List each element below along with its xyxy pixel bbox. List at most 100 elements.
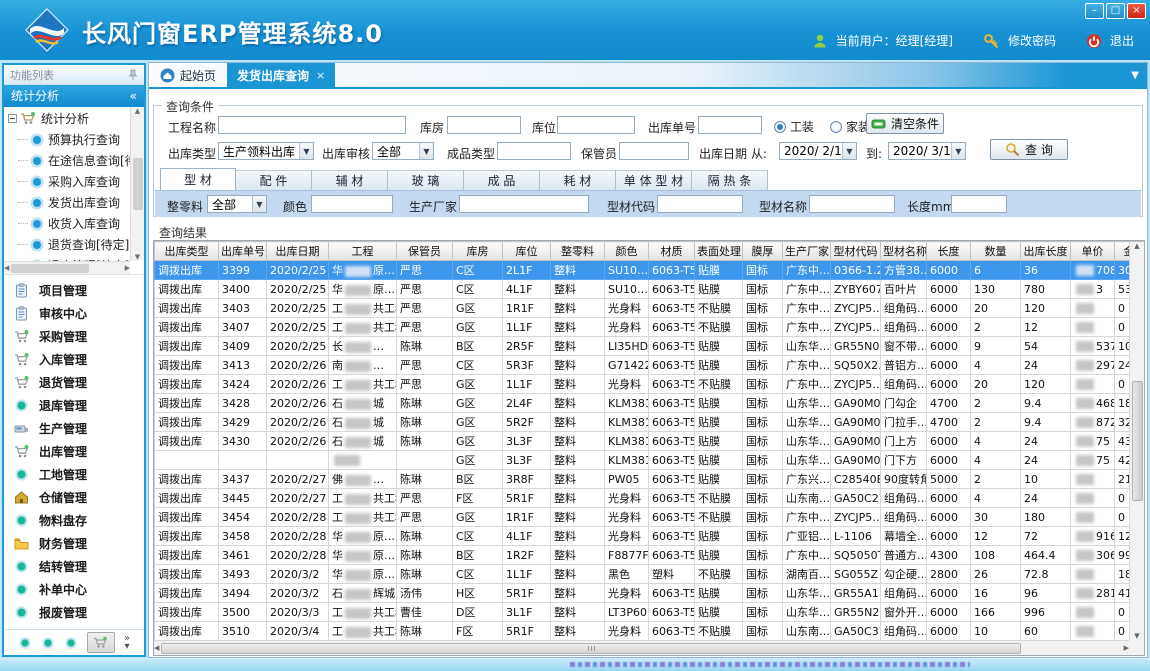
profile-code-input[interactable]: [657, 195, 743, 213]
column-header[interactable]: 生产厂家: [783, 242, 831, 261]
table-row[interactable]: 调拨出库34282020/2/26石城陈琳G区2L4F整料KLM38176063…: [155, 394, 1146, 413]
sidebar-item-结转管理[interactable]: 结转管理: [4, 555, 144, 578]
sidebar-item-工地管理[interactable]: 工地管理: [4, 463, 144, 486]
audit-select[interactable]: 全部▼: [372, 142, 434, 160]
warehouse-input[interactable]: [447, 116, 521, 134]
column-header[interactable]: 库房: [453, 242, 503, 261]
tree-item[interactable]: 预算执行查询: [4, 129, 130, 150]
scroll-left-icon[interactable]: ◀: [154, 644, 159, 652]
scroll-up-icon[interactable]: ▲: [1134, 242, 1139, 250]
material-tab[interactable]: 玻 璃: [388, 170, 464, 190]
scroll-thumb[interactable]: [11, 264, 89, 273]
tree-root[interactable]: 统计分析: [4, 107, 130, 129]
horizontal-scrollbar[interactable]: ◀▶: [154, 640, 1129, 655]
sidebar-item-仓储管理[interactable]: 仓储管理: [4, 486, 144, 509]
material-tab[interactable]: 耗 材: [540, 170, 616, 190]
table-row[interactable]: 调拨出库34582020/2/28华原…陈琳C区4L1F整料光身料6063-T5…: [155, 527, 1146, 546]
sidebar-item-采购管理[interactable]: 采购管理: [4, 325, 144, 348]
tree-horizontal-scrollbar[interactable]: ◀▶: [4, 261, 130, 274]
material-tab[interactable]: 隔 热 条: [692, 170, 768, 190]
column-header[interactable]: 出库长度: [1021, 242, 1071, 261]
sidebar-item-出库管理[interactable]: 出库管理: [4, 440, 144, 463]
sidebar-item-项目管理[interactable]: 项目管理: [4, 279, 144, 302]
column-header[interactable]: 表面处理: [695, 242, 743, 261]
table-row[interactable]: 调拨出库35002020/3/3工共工程曹佳D区3L1F整料LT3P606063…: [155, 603, 1146, 622]
sidebar-item-财务管理[interactable]: 财务管理: [4, 532, 144, 555]
scroll-right-icon[interactable]: ▶: [125, 264, 130, 272]
collapsed-item-icon[interactable]: [64, 636, 78, 650]
tree-item[interactable]: 发货出库查询: [4, 192, 130, 213]
scroll-left-icon[interactable]: ◀: [4, 264, 9, 272]
collapsed-item-icon[interactable]: [41, 636, 55, 650]
column-header[interactable]: 颜色: [605, 242, 649, 261]
order-no-input[interactable]: [698, 116, 762, 134]
product-type-input[interactable]: [497, 142, 571, 160]
tree-item[interactable]: 收货入库查询: [4, 213, 130, 234]
scroll-thumb[interactable]: [133, 158, 143, 210]
search-button[interactable]: 查 询: [990, 139, 1068, 160]
menu-overflow-chevron[interactable]: »▾: [124, 635, 130, 651]
scroll-thumb[interactable]: [161, 643, 1021, 654]
sidebar-item-入库管理[interactable]: 入库管理: [4, 348, 144, 371]
table-row[interactable]: 调拨出库34612020/2/28华原…陈琳B区1R2F整料F8877FT606…: [155, 546, 1146, 565]
date-to-select[interactable]: 2020/ 3/16▼: [888, 142, 966, 160]
table-row[interactable]: 调拨出库34132020/2/26南…严思C区5R3F整料G714226063-…: [155, 356, 1146, 375]
minimize-button[interactable]: –: [1085, 3, 1104, 19]
sidebar-item-退货管理[interactable]: 退货管理: [4, 371, 144, 394]
table-row[interactable]: 调拨出库34372020/2/27佛…陈琳B区3R8F整料PW056063-T5…: [155, 470, 1146, 489]
collapsed-item-icon[interactable]: [18, 636, 32, 650]
column-header[interactable]: 出库单号: [219, 242, 267, 261]
collapse-expander-icon[interactable]: [8, 114, 17, 123]
scroll-up-icon[interactable]: ▲: [135, 107, 140, 115]
column-header[interactable]: 出库日期: [267, 242, 329, 261]
column-header[interactable]: 整零料: [551, 242, 605, 261]
table-row[interactable]: 调拨出库34302020/2/26石城陈琳G区3L3F整料KLM38176063…: [155, 432, 1146, 451]
date-from-select[interactable]: 2020/ 2/16▼: [779, 142, 857, 160]
scroll-down-icon[interactable]: ▼: [1134, 632, 1139, 640]
table-row[interactable]: 调拨出库34932020/3/2华原…陈琳C区1L1F整料黑色塑料不贴膜国标湖南…: [155, 565, 1146, 584]
tree-item[interactable]: 退货查询[待定]: [4, 234, 130, 255]
table-row[interactable]: 调拨出库34242020/2/26工共工程严思G区1L1F整料光身料6063-T…: [155, 375, 1146, 394]
table-row[interactable]: 调拨出库34542020/2/28工共工程严思G区1R1F整料光身料6063-T…: [155, 508, 1146, 527]
jiazhuang-radio[interactable]: 家装: [830, 118, 870, 135]
tab-list-chevron-icon[interactable]: ▼: [1131, 70, 1139, 81]
manufacturer-input[interactable]: [459, 195, 589, 213]
maximize-button[interactable]: □: [1106, 3, 1125, 19]
whole-part-select[interactable]: 全部▼: [207, 195, 267, 213]
material-tab[interactable]: 单 体 型 材: [616, 170, 692, 190]
column-header[interactable]: 型材代码: [831, 242, 881, 261]
tree-item[interactable]: 在途信息查询[待: [4, 150, 130, 171]
section-header[interactable]: 统计分析 «: [4, 85, 144, 107]
sidebar-item-退库管理[interactable]: 退库管理: [4, 394, 144, 417]
vertical-scrollbar[interactable]: ▲▼: [1129, 242, 1144, 640]
table-row[interactable]: 调拨出库34072020/2/25工共工程严思G区1L1F整料光身料6063-T…: [155, 318, 1146, 337]
material-tab[interactable]: 成 品: [464, 170, 540, 190]
table-row[interactable]: 调拨出库35102020/3/4工共工程陈琳F区5R1F整料光身料6063-T5…: [155, 622, 1146, 641]
column-header[interactable]: 材质: [649, 242, 695, 261]
column-header[interactable]: 数量: [971, 242, 1021, 261]
column-header[interactable]: 单价: [1071, 242, 1115, 261]
radio-icon[interactable]: [830, 121, 842, 133]
sidebar-item-报废管理[interactable]: 报废管理: [4, 601, 144, 624]
logout-link[interactable]: 退出: [1110, 32, 1134, 49]
table-row[interactable]: G区3L3F整料KLM38176063-T5贴膜国标山东华…GA90M09.门下…: [155, 451, 1146, 470]
table-row[interactable]: 调拨出库34292020/2/26石城陈琳G区5R2F整料KLM38176063…: [155, 413, 1146, 432]
scroll-thumb[interactable]: [1132, 381, 1143, 501]
change-password-link[interactable]: 修改密码: [1008, 32, 1056, 49]
length-input[interactable]: [951, 195, 1007, 213]
material-tab[interactable]: 辅 材: [312, 170, 388, 190]
tab-active[interactable]: 发货出库查询 ×: [227, 63, 335, 87]
column-header[interactable]: 型材名称: [881, 242, 927, 261]
project-input[interactable]: [218, 116, 406, 134]
sidebar-item-补单中心[interactable]: 补单中心: [4, 578, 144, 601]
table-row[interactable]: 调拨出库34002020/2/25华原…严思C区4L1F整料SU10…6063-…: [155, 280, 1146, 299]
scroll-down-icon[interactable]: ▼: [135, 253, 140, 261]
column-header[interactable]: 保管员: [397, 242, 453, 261]
table-row[interactable]: 调拨出库34942020/3/2石辉城汤伟H区5R1F整料光身料6063-T5贴…: [155, 584, 1146, 603]
column-header[interactable]: 长度: [927, 242, 971, 261]
color-input[interactable]: [311, 195, 393, 213]
cart-button[interactable]: [87, 632, 115, 653]
sidebar-item-生产管理[interactable]: 生产管理: [4, 417, 144, 440]
keeper-input[interactable]: [619, 142, 689, 160]
tab-close-icon[interactable]: ×: [316, 69, 325, 82]
